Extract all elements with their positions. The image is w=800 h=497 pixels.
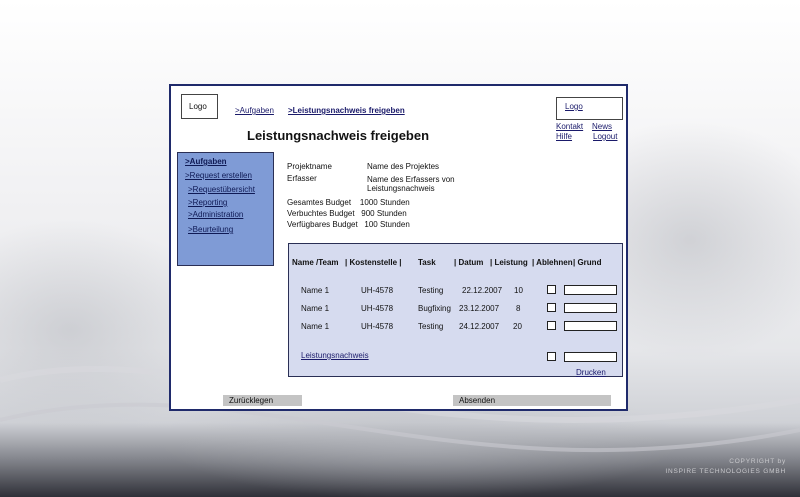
breadcrumb-leistungsnachweis[interactable]: >Leistungsnachweis freigeben bbox=[288, 106, 405, 115]
budget-verfuegbar: Verfügbares Budget 100 Stunden bbox=[287, 220, 410, 229]
copyright-notice: COPYRIGHT by INSPIRE TECHNOLOGIES GMBH bbox=[665, 457, 786, 477]
header-kostenstelle: | Kostenstelle | bbox=[345, 258, 402, 267]
grund-input[interactable] bbox=[564, 285, 617, 295]
logo-right-label: Logo bbox=[565, 102, 583, 111]
page-title: Leistungsnachweis freigeben bbox=[247, 128, 430, 143]
logo-left[interactable]: Logo bbox=[181, 94, 218, 119]
cell-leistung: 10 bbox=[514, 286, 523, 295]
link-drucken[interactable]: Drucken bbox=[576, 368, 606, 377]
cell-kostenstelle: UH-4578 bbox=[361, 286, 394, 295]
erfasser-value-line2: Leistungsnachweis bbox=[367, 184, 435, 193]
sidebar-item-aufgaben[interactable]: >Aufgaben bbox=[185, 157, 227, 166]
sidebar-item-reporting[interactable]: >Reporting bbox=[188, 198, 227, 207]
ablehnen-all-checkbox[interactable] bbox=[547, 352, 556, 361]
header-datum: | Datum bbox=[454, 258, 484, 267]
cell-task: Testing bbox=[418, 322, 444, 331]
erfasser-label: Erfasser bbox=[287, 174, 317, 183]
header-task: Task bbox=[418, 258, 436, 267]
copyright-line1: COPYRIGHT by bbox=[729, 458, 786, 465]
grund-input[interactable] bbox=[564, 303, 617, 313]
cell-name: Name 1 bbox=[301, 322, 330, 331]
cell-task: Testing bbox=[418, 286, 444, 295]
wireframe-panel: Logo >Aufgaben >Leistungsnachweis freige… bbox=[169, 84, 628, 411]
cell-datum: 22.12.2007 bbox=[462, 286, 503, 295]
breadcrumb-aufgaben[interactable]: >Aufgaben bbox=[235, 106, 274, 115]
cell-kostenstelle: UH-4578 bbox=[361, 322, 394, 331]
ablehnen-checkbox[interactable] bbox=[547, 321, 556, 330]
cell-name: Name 1 bbox=[301, 304, 330, 313]
budget-gesamt: Gesamtes Budget 1000 Stunden bbox=[287, 198, 410, 207]
logo-right[interactable]: Logo bbox=[556, 97, 623, 120]
link-leistungsnachweis[interactable]: Leistungsnachweis bbox=[301, 351, 369, 360]
logo-left-label: Logo bbox=[189, 102, 207, 111]
grund-input[interactable] bbox=[564, 321, 617, 331]
link-news[interactable]: News bbox=[592, 122, 612, 131]
cell-name: Name 1 bbox=[301, 286, 330, 295]
cell-kostenstelle: UH-4578 bbox=[361, 304, 394, 313]
copyright-line2: INSPIRE TECHNOLOGIES GMBH bbox=[665, 468, 786, 475]
absenden-button[interactable]: Absenden bbox=[453, 395, 611, 406]
header-grund: | Grund bbox=[573, 258, 602, 267]
ablehnen-checkbox[interactable] bbox=[547, 303, 556, 312]
projektname-value: Name des Projektes bbox=[367, 162, 440, 171]
sidebar-item-beurteilung[interactable]: >Beurteilung bbox=[188, 225, 233, 234]
link-hilfe[interactable]: Hilfe bbox=[556, 132, 572, 141]
header-ablehnen: | Ablehnen bbox=[532, 258, 573, 267]
ablehnen-checkbox[interactable] bbox=[547, 285, 556, 294]
sidebar-nav: >Aufgaben >Request erstellen >Requestübe… bbox=[177, 152, 274, 266]
link-logout[interactable]: Logout bbox=[593, 132, 617, 141]
erfasser-value-line1: Name des Erfassers von bbox=[367, 175, 455, 184]
grund-all-input[interactable] bbox=[564, 352, 617, 362]
zuruecklegen-button[interactable]: Zurücklegen bbox=[223, 395, 302, 406]
cell-datum: 24.12.2007 bbox=[459, 322, 500, 331]
leistungsnachweis-table: Name /Team | Kostenstelle | Task | Datum… bbox=[288, 243, 623, 377]
cell-leistung: 20 bbox=[513, 322, 522, 331]
cell-task: Bugfixing bbox=[418, 304, 451, 313]
sidebar-item-requestuebersicht[interactable]: >Requestübersicht bbox=[188, 185, 255, 194]
header-leistung: | Leistung bbox=[490, 258, 528, 267]
sidebar-item-administration[interactable]: >Administration bbox=[188, 210, 243, 219]
cell-datum: 23.12.2007 bbox=[459, 304, 500, 313]
cell-leistung: 8 bbox=[516, 304, 521, 313]
link-kontakt[interactable]: Kontakt bbox=[556, 122, 583, 131]
header-name-team: Name /Team bbox=[292, 258, 339, 267]
projektname-label: Projektname bbox=[287, 162, 332, 171]
budget-verbraucht: Verbuchtes Budget 900 Stunden bbox=[287, 209, 407, 218]
sidebar-item-request-erstellen[interactable]: >Request erstellen bbox=[185, 171, 252, 180]
